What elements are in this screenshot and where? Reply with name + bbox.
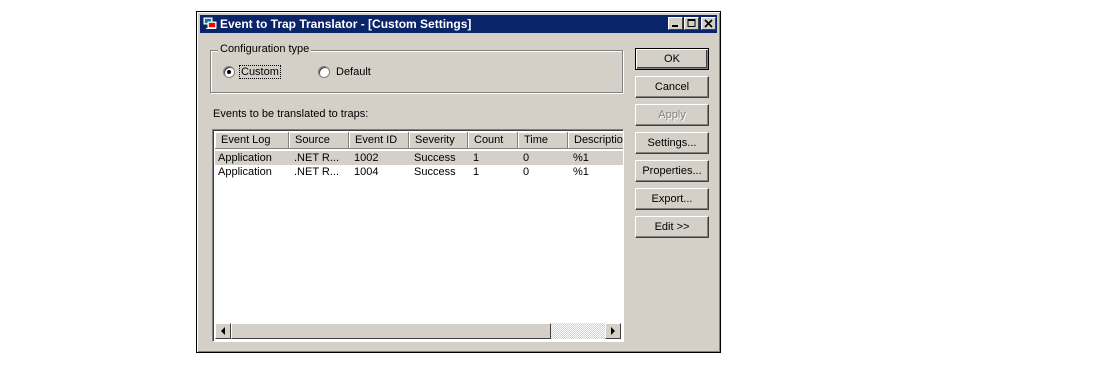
events-list-label: Events to be translated to traps: bbox=[213, 108, 369, 120]
radio-selected-icon bbox=[223, 66, 235, 78]
cell-time: 0 bbox=[523, 166, 530, 178]
cell-description: %1 bbox=[573, 166, 589, 178]
default-radio[interactable]: Default bbox=[318, 66, 372, 78]
cell-event-log: Application bbox=[218, 152, 272, 164]
cell-count: 1 bbox=[473, 166, 480, 178]
column-header-event-log[interactable]: Event Log bbox=[215, 132, 289, 149]
column-header-severity[interactable]: Severity bbox=[409, 132, 468, 149]
scroll-left-button[interactable] bbox=[215, 323, 231, 339]
custom-radio-label: Custom bbox=[239, 65, 281, 79]
cell-severity: Success bbox=[414, 166, 456, 178]
maximize-button[interactable] bbox=[684, 17, 699, 30]
radio-unselected-icon bbox=[318, 66, 330, 78]
cell-event-id: 1002 bbox=[354, 152, 379, 164]
cancel-button[interactable]: Cancel bbox=[635, 76, 709, 98]
configuration-type-group: Configuration type Custom Default bbox=[210, 43, 623, 93]
cell-time: 0 bbox=[523, 152, 530, 164]
maximize-icon bbox=[687, 19, 696, 27]
edit-button[interactable]: Edit >> bbox=[635, 216, 709, 238]
apply-button[interactable]: Apply bbox=[635, 104, 709, 126]
table-row[interactable]: Application .NET R... 1002 Success 1 0 %… bbox=[215, 151, 623, 165]
window-title: Event to Trap Translator - [Custom Setti… bbox=[220, 17, 472, 31]
default-radio-label: Default bbox=[336, 66, 371, 78]
list-header: Event Log Source Event ID Severity Count… bbox=[215, 132, 623, 149]
cell-source: .NET R... bbox=[294, 152, 340, 164]
cell-source: .NET R... bbox=[294, 166, 340, 178]
cell-event-log: Application bbox=[218, 166, 272, 178]
table-row[interactable]: Application .NET R... 1004 Success 1 0 %… bbox=[215, 165, 623, 179]
cell-severity: Success bbox=[414, 152, 456, 164]
arrow-left-icon bbox=[221, 327, 225, 335]
scrollbar-track[interactable] bbox=[551, 323, 605, 339]
close-icon bbox=[704, 19, 713, 28]
column-header-time[interactable]: Time bbox=[518, 132, 568, 149]
title-bar[interactable]: Event to Trap Translator - [Custom Setti… bbox=[200, 15, 717, 33]
dialog-window: Event to Trap Translator - [Custom Setti… bbox=[196, 11, 721, 353]
cell-description: %1 bbox=[573, 152, 589, 164]
scrollbar-thumb[interactable] bbox=[231, 323, 551, 339]
column-header-event-id[interactable]: Event ID bbox=[349, 132, 409, 149]
column-header-source[interactable]: Source bbox=[289, 132, 349, 149]
properties-button[interactable]: Properties... bbox=[635, 160, 709, 182]
events-list-view[interactable]: Event Log Source Event ID Severity Count… bbox=[212, 129, 624, 342]
cell-event-id: 1004 bbox=[354, 166, 379, 178]
horizontal-scrollbar[interactable] bbox=[215, 323, 621, 339]
scroll-right-button[interactable] bbox=[605, 323, 621, 339]
settings-button[interactable]: Settings... bbox=[635, 132, 709, 154]
arrow-right-icon bbox=[611, 327, 615, 335]
computer-network-icon bbox=[203, 17, 217, 29]
ok-button[interactable]: OK bbox=[635, 48, 709, 70]
export-button[interactable]: Export... bbox=[635, 188, 709, 210]
column-header-description[interactable]: Description bbox=[568, 132, 623, 149]
minimize-button[interactable] bbox=[668, 17, 683, 30]
minimize-icon bbox=[672, 25, 678, 27]
configuration-type-label: Configuration type bbox=[218, 43, 312, 55]
column-header-count[interactable]: Count bbox=[468, 132, 518, 149]
custom-radio[interactable]: Custom bbox=[223, 65, 281, 79]
cell-count: 1 bbox=[473, 152, 480, 164]
close-button[interactable] bbox=[701, 17, 716, 30]
